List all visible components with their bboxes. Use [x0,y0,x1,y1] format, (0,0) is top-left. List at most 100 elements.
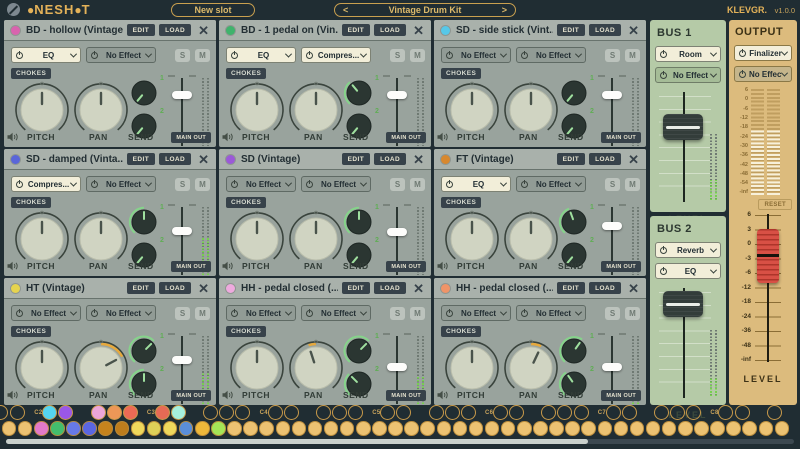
white-key-pad[interactable] [533,421,548,436]
output-effect2-dropdown[interactable]: No Effect [734,66,792,82]
white-key-pad[interactable] [34,421,49,436]
white-key-pad[interactable] [549,421,564,436]
black-key-pad[interactable] [445,405,460,420]
close-icon[interactable]: ✕ [628,282,639,295]
send1-knob[interactable] [343,335,375,367]
black-key-pad[interactable] [58,405,73,420]
load-button[interactable]: LOAD [159,282,191,294]
output-effect1-dropdown[interactable]: Finalizer [734,45,792,61]
white-key-pad[interactable] [662,421,677,436]
slider-handle[interactable] [387,91,407,99]
black-key-pad[interactable] [155,405,170,420]
black-key-pad[interactable] [670,405,685,420]
pan-knob[interactable] [502,81,560,139]
effect1-dropdown[interactable]: No Effect [226,305,296,321]
mute-button[interactable]: M [410,307,425,320]
effect2-dropdown[interactable]: No Effect [86,47,156,63]
pitch-knob[interactable] [443,339,501,397]
send1-knob[interactable] [343,77,375,109]
power-icon[interactable] [306,52,313,59]
black-key-pad[interactable] [0,405,8,420]
power-icon[interactable] [91,52,98,59]
white-key-pad[interactable] [147,421,162,436]
mute-button[interactable]: M [625,178,640,191]
preset-prev-arrow-icon[interactable]: < [343,4,348,16]
load-button[interactable]: LOAD [159,24,191,36]
white-key-pad[interactable] [131,421,146,436]
solo-button[interactable]: S [175,178,190,191]
main-out-button[interactable]: MAIN OUT [601,132,641,143]
solo-button[interactable]: S [175,307,190,320]
white-key-pad[interactable] [82,421,97,436]
white-key-pad[interactable] [694,421,709,436]
black-key-pad[interactable] [316,405,331,420]
white-key-pad[interactable] [404,421,419,436]
power-icon[interactable] [231,181,238,188]
mute-button[interactable]: M [625,49,640,62]
power-icon[interactable] [16,181,23,188]
solo-button[interactable]: S [175,49,190,62]
effect1-dropdown[interactable]: EQ [11,47,81,63]
power-icon[interactable] [306,310,313,317]
close-icon[interactable]: ✕ [628,153,639,166]
fader-handle[interactable] [663,291,703,317]
pitch-knob[interactable] [13,81,71,139]
chokes-button[interactable]: CHOKES [226,68,266,79]
fader-handle[interactable] [663,114,703,140]
pitch-knob[interactable] [228,339,286,397]
chokes-button[interactable]: CHOKES [441,197,481,208]
pan-knob[interactable] [287,81,345,139]
white-key-pad[interactable] [163,421,178,436]
white-key-pad[interactable] [646,421,661,436]
black-key-pad[interactable] [622,405,637,420]
black-key-pad[interactable] [219,405,234,420]
white-key-pad[interactable] [2,421,17,436]
keyboard-scrollbar-thumb[interactable] [6,439,588,444]
power-icon[interactable] [660,268,667,275]
send1-knob[interactable] [558,77,590,109]
pitch-knob[interactable] [443,210,501,268]
mute-button[interactable]: M [195,49,210,62]
effect2-dropdown[interactable]: No Effect [86,176,156,192]
power-icon[interactable] [521,181,528,188]
power-icon[interactable] [231,310,238,317]
black-key-pad[interactable] [171,405,186,420]
load-button[interactable]: LOAD [589,153,621,165]
effect1-dropdown[interactable]: EQ [226,47,296,63]
effect1-dropdown[interactable]: Compres... [11,176,81,192]
chokes-button[interactable]: CHOKES [11,197,51,208]
effect1-dropdown[interactable]: No Effect [441,47,511,63]
effect1-dropdown[interactable]: EQ [441,176,511,192]
main-out-button[interactable]: MAIN OUT [386,132,426,143]
black-key-pad[interactable] [686,405,701,420]
white-key-pad[interactable] [179,421,194,436]
pitch-knob[interactable] [443,81,501,139]
chokes-button[interactable]: CHOKES [441,326,481,337]
white-key-pad[interactable] [66,421,81,436]
power-icon[interactable] [660,72,667,79]
white-key-pad[interactable] [292,421,307,436]
close-icon[interactable]: ✕ [198,282,209,295]
mute-button[interactable]: M [195,307,210,320]
slider-handle[interactable] [602,222,622,230]
white-key-pad[interactable] [276,421,291,436]
black-key-pad[interactable] [348,405,363,420]
slider-handle[interactable] [172,91,192,99]
black-key-pad[interactable] [396,405,411,420]
edit-button[interactable]: EDIT [342,282,370,294]
power-icon[interactable] [739,50,746,57]
white-key-pad[interactable] [18,421,33,436]
send1-knob[interactable] [558,206,590,238]
effect2-dropdown[interactable]: No Effect [301,305,371,321]
pitch-knob[interactable] [228,210,286,268]
solo-button[interactable]: S [605,178,620,191]
power-icon[interactable] [91,181,98,188]
black-key-pad[interactable] [42,405,57,420]
black-key-pad[interactable] [541,405,556,420]
black-key-pad[interactable] [574,405,589,420]
power-icon[interactable] [446,310,453,317]
send1-knob[interactable] [128,77,160,109]
pan-knob[interactable] [72,339,130,397]
output-level-fader[interactable]: 630-3-6-12-18-24-36-48-inf [734,212,792,364]
solo-button[interactable]: S [390,178,405,191]
